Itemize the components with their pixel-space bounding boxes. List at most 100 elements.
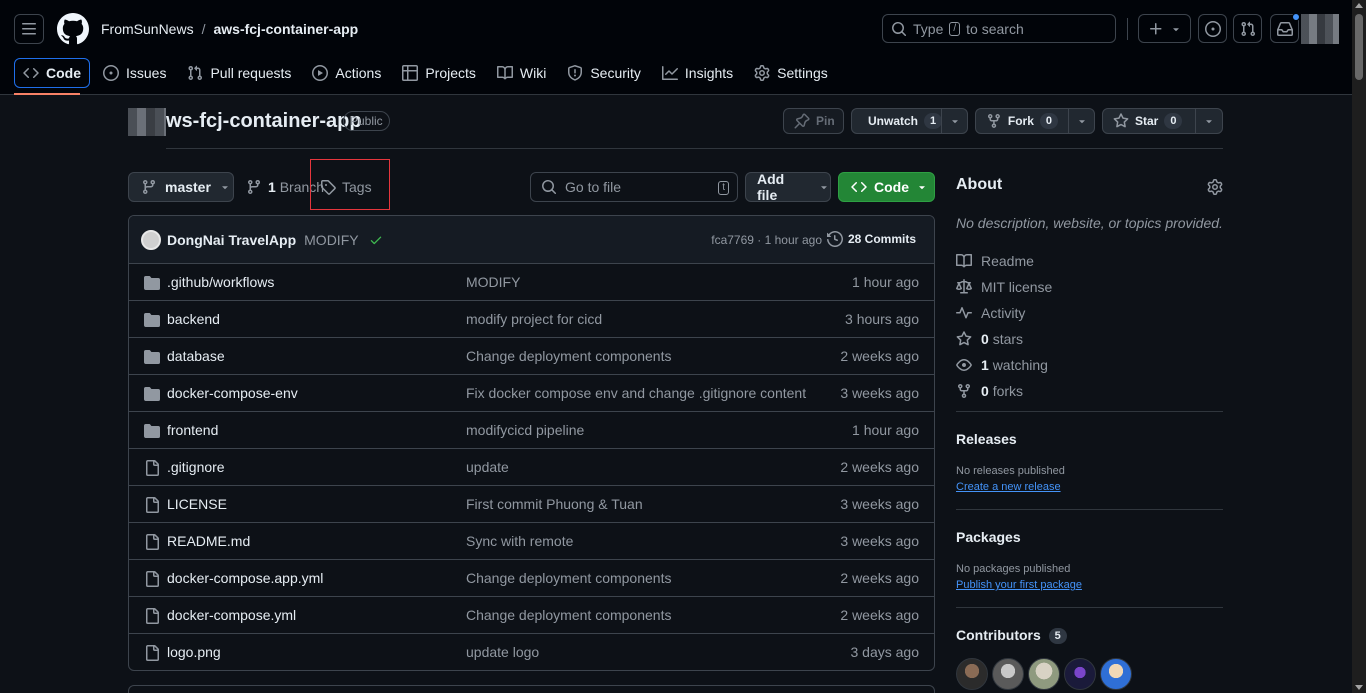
commit-meta[interactable]: fca7769 · 1 hour ago — [711, 233, 822, 247]
about-settings-button[interactable] — [1207, 179, 1223, 195]
tab-pull-requests[interactable]: Pull requests — [179, 58, 299, 88]
star-dropdown[interactable] — [1194, 109, 1222, 133]
pin-button[interactable]: Pin — [783, 108, 844, 134]
file-commit-message[interactable]: First commit Phuong & Tuan — [466, 496, 643, 512]
commit-author-avatar[interactable] — [141, 229, 161, 250]
code-icon — [851, 181, 867, 193]
user-avatar[interactable] — [1301, 14, 1339, 44]
file-name[interactable]: backend — [167, 311, 220, 327]
tab-settings[interactable]: Settings — [746, 58, 836, 88]
file-commit-message[interactable]: Change deployment components — [466, 607, 671, 623]
unwatch-button[interactable]: Unwatch 1 — [851, 108, 968, 134]
fork-button[interactable]: Fork 0 — [975, 108, 1095, 134]
file-commit-message[interactable]: update logo — [466, 644, 539, 660]
activity-link[interactable]: Activity — [956, 300, 1052, 326]
tab-code-label: Code — [46, 65, 81, 81]
file-name[interactable]: logo.png — [167, 644, 221, 660]
tab-code[interactable]: Code — [14, 58, 90, 88]
tab-wiki[interactable]: Wiki — [489, 58, 554, 88]
create-new-button[interactable] — [1138, 14, 1191, 43]
commit-author[interactable]: DongNai TravelApp — [167, 232, 296, 248]
star-button[interactable]: Star 0 — [1102, 108, 1223, 134]
tab-insights[interactable]: Insights — [654, 58, 741, 88]
file-commit-message[interactable]: Sync with remote — [466, 533, 573, 549]
page-scrollbar[interactable] — [1352, 0, 1366, 693]
releases-title[interactable]: Releases — [956, 431, 1017, 447]
tab-wiki-label: Wiki — [519, 65, 547, 81]
contributor-avatar[interactable] — [1028, 658, 1060, 690]
contributor-avatar[interactable] — [1100, 658, 1132, 690]
table-row[interactable]: docker-compose.app.yml Change deployment … — [129, 560, 934, 597]
tab-issues-label: Issues — [126, 65, 167, 81]
contributor-avatar[interactable] — [1064, 658, 1096, 690]
contributor-avatar[interactable] — [992, 658, 1024, 690]
table-row[interactable]: frontend modifycicd pipeline 1 hour ago — [129, 412, 934, 449]
scroll-down-arrow-icon[interactable] — [1355, 685, 1363, 690]
contributors-title[interactable]: Contributors 5 — [956, 627, 1067, 645]
issues-button[interactable] — [1198, 14, 1227, 43]
pull-requests-button[interactable] — [1233, 14, 1262, 43]
repo-title[interactable]: ws-fcj-container-app — [166, 110, 362, 133]
table-row[interactable]: README.md Sync with remote 3 weeks ago — [129, 523, 934, 560]
scroll-up-arrow-icon[interactable] — [1355, 3, 1363, 8]
inbox-icon — [1276, 21, 1293, 36]
file-name[interactable]: .gitignore — [167, 459, 225, 475]
github-logo-icon[interactable] — [57, 13, 89, 45]
fork-dropdown[interactable] — [1068, 109, 1094, 133]
packages-title[interactable]: Packages — [956, 529, 1021, 545]
watching-link[interactable]: 1 watching — [956, 352, 1052, 378]
file-name[interactable]: README.md — [167, 533, 250, 549]
tab-actions[interactable]: Actions — [304, 58, 389, 88]
file-name[interactable]: .github/workflows — [167, 274, 274, 290]
table-row[interactable]: .gitignore update 2 weeks ago — [129, 449, 934, 486]
readme-panel — [128, 685, 935, 693]
releases-empty: No releases published — [956, 465, 1065, 477]
branch-selector[interactable]: master — [128, 172, 234, 202]
tab-projects[interactable]: Projects — [394, 58, 484, 88]
file-commit-message[interactable]: modify project for cicd — [466, 311, 602, 327]
table-row[interactable]: docker-compose-env Fix docker compose env… — [129, 375, 934, 412]
file-commit-message[interactable]: Change deployment components — [466, 570, 671, 586]
commit-message[interactable]: MODIFY — [304, 232, 358, 248]
file-commit-time: 3 days ago — [850, 644, 920, 660]
repo-link[interactable]: aws-fcj-container-app — [213, 21, 358, 37]
file-name[interactable]: frontend — [167, 422, 218, 438]
sidebar-divider — [956, 509, 1223, 510]
file-commit-message[interactable]: Fix docker compose env and change .gitig… — [466, 385, 806, 401]
check-icon[interactable] — [369, 233, 383, 247]
license-link[interactable]: MIT license — [956, 274, 1052, 300]
file-name[interactable]: LICENSE — [167, 496, 227, 512]
table-row[interactable]: database Change deployment components 2 we… — [129, 338, 934, 375]
file-name[interactable]: docker-compose.app.yml — [167, 570, 323, 586]
sidebar: About No description, website, or topics… — [956, 176, 1223, 690]
create-release-link[interactable]: Create a new release — [956, 481, 1061, 493]
owner-link[interactable]: FromSunNews — [101, 21, 194, 37]
forks-link[interactable]: 0 forks — [956, 378, 1052, 404]
table-row[interactable]: backend modify project for cicd 3 hours ag… — [129, 301, 934, 338]
file-name[interactable]: docker-compose-env — [167, 385, 298, 401]
tab-security[interactable]: Security — [559, 58, 649, 88]
stars-link[interactable]: 0 stars — [956, 326, 1052, 352]
scrollbar-thumb[interactable] — [1355, 14, 1363, 80]
file-commit-message[interactable]: Change deployment components — [466, 348, 671, 364]
contributor-avatar[interactable] — [956, 658, 988, 690]
readme-link[interactable]: Readme — [956, 248, 1052, 274]
file-commit-message[interactable]: update — [466, 459, 509, 475]
unwatch-dropdown[interactable] — [941, 109, 967, 133]
global-search-input[interactable]: Type / to search — [882, 14, 1116, 43]
commits-link[interactable]: 28 Commits — [826, 231, 916, 247]
file-commit-message[interactable]: MODIFY — [466, 274, 520, 290]
file-name[interactable]: database — [167, 348, 225, 364]
menu-button[interactable] — [14, 14, 44, 44]
code-button[interactable]: Code — [838, 172, 935, 202]
table-row[interactable]: .github/workflows MODIFY 1 hour ago — [129, 264, 934, 301]
table-row[interactable]: LICENSE First commit Phuong & Tuan 3 weeks… — [129, 486, 934, 523]
go-to-file-input[interactable]: Go to file t — [530, 172, 738, 202]
file-name[interactable]: docker-compose.yml — [167, 607, 296, 623]
file-commit-message[interactable]: modifycicd pipeline — [466, 422, 584, 438]
tab-issues[interactable]: Issues — [95, 58, 174, 88]
add-file-button[interactable]: Add file — [745, 171, 831, 203]
table-row[interactable]: logo.png update logo 3 days ago — [129, 634, 934, 670]
table-row[interactable]: docker-compose.yml Change deployment comp… — [129, 597, 934, 634]
publish-package-link[interactable]: Publish your first package — [956, 579, 1082, 591]
